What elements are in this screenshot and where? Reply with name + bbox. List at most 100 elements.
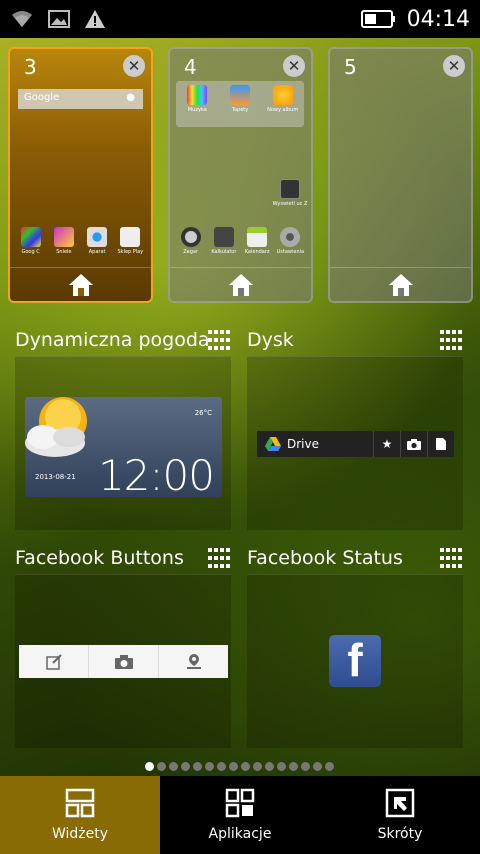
- compose-icon[interactable]: [19, 645, 89, 678]
- close-icon[interactable]: ✕: [283, 55, 305, 77]
- widget-header-drive: Dysk: [247, 320, 294, 360]
- mini-app-label: Ustawienia: [276, 249, 305, 255]
- tab-label: Widżety: [51, 826, 109, 842]
- drive-icon: [265, 437, 281, 451]
- page-number: 3: [24, 55, 37, 79]
- status-bar: 04:14: [0, 0, 480, 38]
- pager-dot[interactable]: [301, 762, 310, 771]
- mini-app-label: Aparat: [88, 249, 106, 255]
- mini-app-label: Sniele: [56, 249, 72, 255]
- page-thumb-3[interactable]: 3 ✕ Google ● Goog C Sniele Aparat Sklep …: [8, 47, 153, 303]
- widgets-icon: [65, 788, 95, 818]
- mini-app: Sniele: [49, 227, 79, 255]
- mini-app: Tapety: [225, 85, 255, 127]
- mini-app-label: Tapety: [231, 107, 249, 113]
- mini-search-text: Google: [24, 92, 60, 103]
- pager-dot[interactable]: [145, 762, 154, 771]
- pager-dot[interactable]: [205, 762, 214, 771]
- widget-title: Dysk: [247, 329, 294, 351]
- widget-facebook-buttons[interactable]: [15, 574, 231, 748]
- home-icon: [68, 273, 93, 296]
- pager-dot[interactable]: [313, 762, 322, 771]
- tab-apps[interactable]: Aplikacje: [160, 776, 320, 854]
- mini-app: Wyswietl uc Z: [272, 179, 308, 207]
- grid-icon: [440, 548, 462, 570]
- page-home-button[interactable]: [10, 267, 151, 301]
- mini-app-label: Wyswietl uc Z: [272, 201, 308, 207]
- mini-app: Sklep Play: [115, 227, 145, 255]
- tab-shortcuts[interactable]: Skróty: [320, 776, 480, 854]
- pager-dot[interactable]: [277, 762, 286, 771]
- clock: 04:14: [406, 6, 470, 32]
- bottom-tab-bar: Widżety Aplikacje Skróty: [0, 776, 480, 854]
- home-pages-strip: 3 ✕ Google ● Goog C Sniele Aparat Sklep …: [0, 38, 480, 316]
- weather-time: 12:00: [97, 451, 215, 500]
- close-icon[interactable]: ✕: [123, 55, 145, 77]
- mini-app-label: Goog C: [21, 249, 40, 255]
- page-thumb-5[interactable]: 5 ✕: [328, 47, 473, 303]
- shortcut-icon: [385, 788, 415, 818]
- pager-dot[interactable]: [181, 762, 190, 771]
- apps-grid-icon: [225, 788, 255, 818]
- pager-dot[interactable]: [229, 762, 238, 771]
- location-pin-icon[interactable]: [159, 645, 228, 678]
- grid-icon: [440, 330, 462, 352]
- grid-icon: [208, 548, 230, 570]
- mini-app: Nowy album: [267, 85, 299, 127]
- pager-dot[interactable]: [265, 762, 274, 771]
- warning-icon: [85, 10, 105, 28]
- drive-label: Drive: [287, 437, 319, 451]
- page-home-button[interactable]: [170, 267, 311, 301]
- close-icon[interactable]: ✕: [443, 55, 465, 77]
- tab-label: Skróty: [377, 826, 423, 842]
- home-icon: [388, 273, 413, 296]
- weather-date: 2013-08-21: [35, 473, 76, 481]
- mini-app: Muzyka: [182, 85, 212, 127]
- home-icon: [228, 273, 253, 296]
- pager-dot[interactable]: [217, 762, 226, 771]
- pager-dot[interactable]: [157, 762, 166, 771]
- mini-app: Goog C: [16, 227, 46, 255]
- widget-title: Facebook Status: [247, 547, 403, 569]
- pager-dot[interactable]: [325, 762, 334, 771]
- weather-card: 26°C 2013-08-21 12:00: [25, 397, 222, 500]
- mini-app-label: Muzyka: [187, 107, 207, 113]
- camera-icon[interactable]: [89, 645, 159, 678]
- pager-dot[interactable]: [289, 762, 298, 771]
- widget-weather[interactable]: 26°C 2013-08-21 12:00: [15, 356, 231, 530]
- camera-icon[interactable]: [400, 431, 427, 457]
- mini-app-label: Kalkulator: [211, 249, 237, 255]
- page-home-button[interactable]: [330, 267, 471, 301]
- drive-bar: Drive ★: [257, 431, 454, 457]
- pager-dot[interactable]: [241, 762, 250, 771]
- page-thumb-4[interactable]: 4 ✕ Muzyka Tapety Nowy album Wyswietl uc…: [168, 47, 313, 303]
- pager-dot[interactable]: [253, 762, 262, 771]
- mini-app: Aparat: [82, 227, 112, 255]
- mini-google-search: Google ●: [18, 89, 143, 109]
- mini-folder-dock: Muzyka Tapety Nowy album: [176, 81, 304, 127]
- widget-title: Dynamiczna pogoda: [15, 329, 210, 351]
- widget-pager[interactable]: [145, 762, 334, 771]
- widget-facebook-status[interactable]: f: [247, 574, 463, 748]
- document-icon[interactable]: [427, 431, 454, 457]
- facebook-icon: f: [329, 634, 381, 687]
- sun-cloud-icon: [25, 397, 87, 457]
- pager-dot[interactable]: [193, 762, 202, 771]
- mini-app: Kalendarz: [242, 227, 272, 255]
- mini-app-label: Nowy album: [267, 107, 299, 113]
- mic-icon: ●: [126, 92, 135, 103]
- widget-drive[interactable]: Drive ★: [247, 356, 463, 530]
- pager-dot[interactable]: [169, 762, 178, 771]
- widget-header-weather: Dynamiczna pogoda: [15, 320, 210, 360]
- widget-picker: Dynamiczna pogoda 26°C 2013-08-21 12:00 …: [0, 316, 480, 756]
- image-icon: [48, 10, 70, 28]
- widget-header-fb-buttons: Facebook Buttons: [15, 538, 184, 578]
- tab-widgets[interactable]: Widżety: [0, 776, 160, 854]
- tab-label: Aplikacje: [208, 826, 272, 842]
- wifi-icon: [12, 11, 32, 27]
- star-icon[interactable]: ★: [373, 431, 400, 457]
- mini-app-label: Kalendarz: [244, 249, 270, 255]
- mini-app-label: Zegar: [183, 249, 199, 255]
- mini-app: Ustawienia: [275, 227, 305, 255]
- facebook-buttons-bar: [19, 645, 228, 678]
